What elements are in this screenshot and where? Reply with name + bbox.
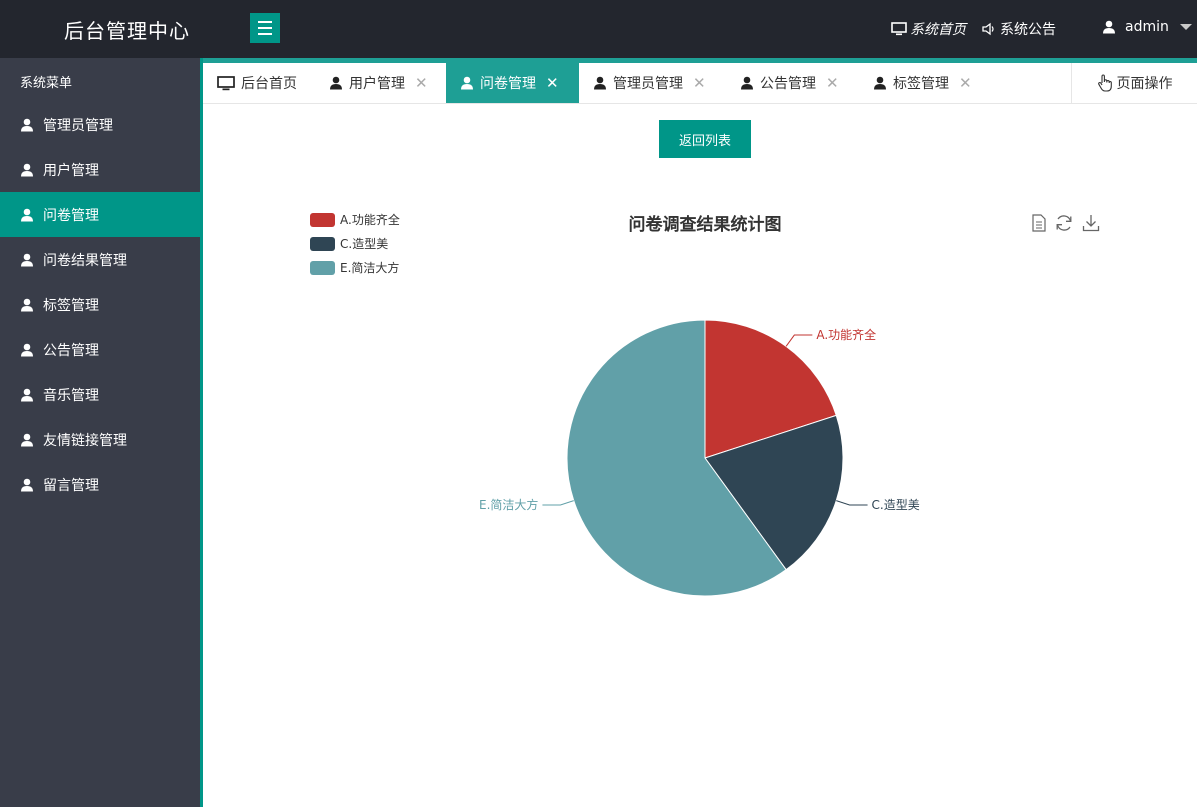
pie-label: C.造型美 <box>872 498 920 512</box>
pie-label: E.简洁大方 <box>479 497 538 512</box>
pie-label-line <box>836 500 868 506</box>
pie-label: A.功能齐全 <box>816 327 876 342</box>
pie-label-line <box>785 334 813 347</box>
pie-label-line <box>542 500 574 506</box>
pie-chart: A.功能齐全 C.造型美 E.简洁大方 <box>479 319 920 597</box>
